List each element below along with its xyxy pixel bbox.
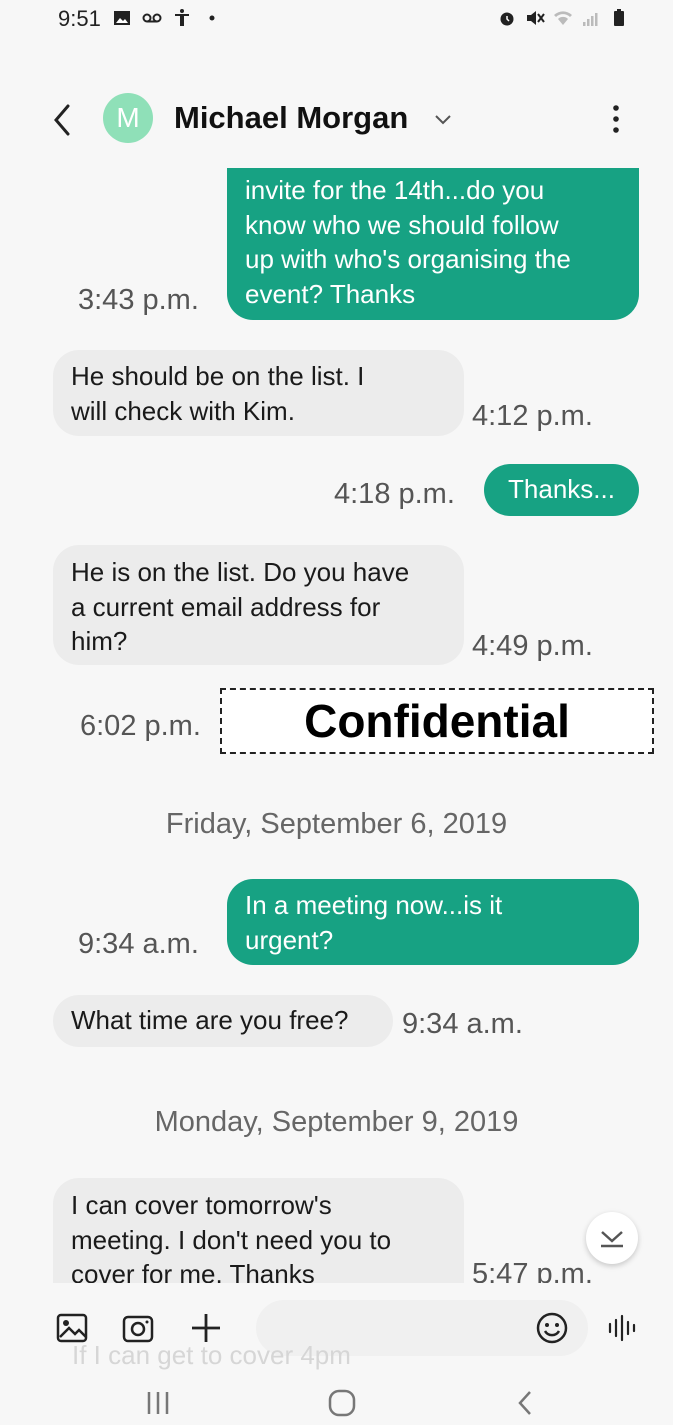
message-list[interactable]: invite for the 14th...do you know who we…	[0, 168, 673, 1283]
back-arrow-icon[interactable]	[48, 100, 78, 140]
message-timestamp: 4:18 p.m.	[334, 478, 455, 510]
message-timestamp: 3:43 p.m.	[78, 284, 199, 316]
voicemail-icon	[142, 13, 162, 23]
message-timestamp: 5:47 p.m.	[472, 1258, 593, 1283]
more-options-icon[interactable]	[606, 102, 626, 136]
mute-icon	[527, 11, 545, 25]
message-input[interactable]	[274, 1314, 528, 1342]
outgoing-message[interactable]: invite for the 14th...do you know who we…	[227, 168, 639, 320]
signal-icon	[583, 13, 598, 26]
status-bar: 9:51	[0, 0, 673, 40]
gallery-notification-icon	[114, 11, 130, 25]
arrow-to-bottom-icon	[601, 1231, 623, 1248]
message-timestamp: 9:34 a.m.	[78, 928, 199, 960]
home-icon[interactable]	[326, 1388, 358, 1418]
system-navigation-bar	[0, 1380, 673, 1425]
incoming-message[interactable]: What time are you free?	[53, 995, 393, 1047]
message-timestamp: 4:49 p.m.	[472, 630, 593, 662]
status-time: 9:51	[58, 6, 101, 31]
wifi-icon	[554, 11, 572, 25]
message-timestamp: 9:34 a.m.	[402, 1008, 523, 1040]
confidential-redaction-box: Confidential	[220, 688, 654, 754]
chevron-down-icon[interactable]	[432, 108, 454, 130]
system-back-icon[interactable]	[510, 1388, 542, 1418]
outgoing-message[interactable]: Thanks...	[484, 464, 639, 516]
message-timestamp: 6:02 p.m.	[80, 710, 201, 742]
incoming-message[interactable]: I can cover tomorrow's meeting. I don't …	[53, 1178, 464, 1283]
contact-name[interactable]: Michael Morgan	[174, 100, 408, 136]
voice-waveform-icon[interactable]	[604, 1310, 640, 1346]
more-notifications-dot-icon	[209, 15, 215, 21]
incoming-message[interactable]: He is on the list. Do you have a current…	[53, 545, 464, 665]
incoming-message[interactable]: He should be on the list. I will check w…	[53, 350, 464, 436]
accessibility-icon	[175, 9, 189, 26]
recent-apps-icon[interactable]	[142, 1388, 174, 1418]
battery-icon	[614, 9, 624, 26]
message-timestamp: 4:12 p.m.	[472, 400, 593, 432]
contact-avatar[interactable]: M	[103, 93, 153, 143]
confidential-label: Confidential	[304, 695, 570, 747]
outgoing-message[interactable]: In a meeting now...is it urgent?	[227, 879, 639, 965]
scroll-to-bottom-button[interactable]	[586, 1212, 638, 1264]
alarm-icon	[500, 12, 514, 26]
date-separator: Monday, September 9, 2019	[154, 1106, 519, 1138]
date-separator: Friday, September 6, 2019	[165, 808, 508, 840]
emoji-icon[interactable]	[534, 1310, 570, 1346]
conversation-header: M Michael Morgan	[0, 80, 673, 160]
faded-message-preview: If I can get to cover 4pm	[72, 1340, 351, 1370]
